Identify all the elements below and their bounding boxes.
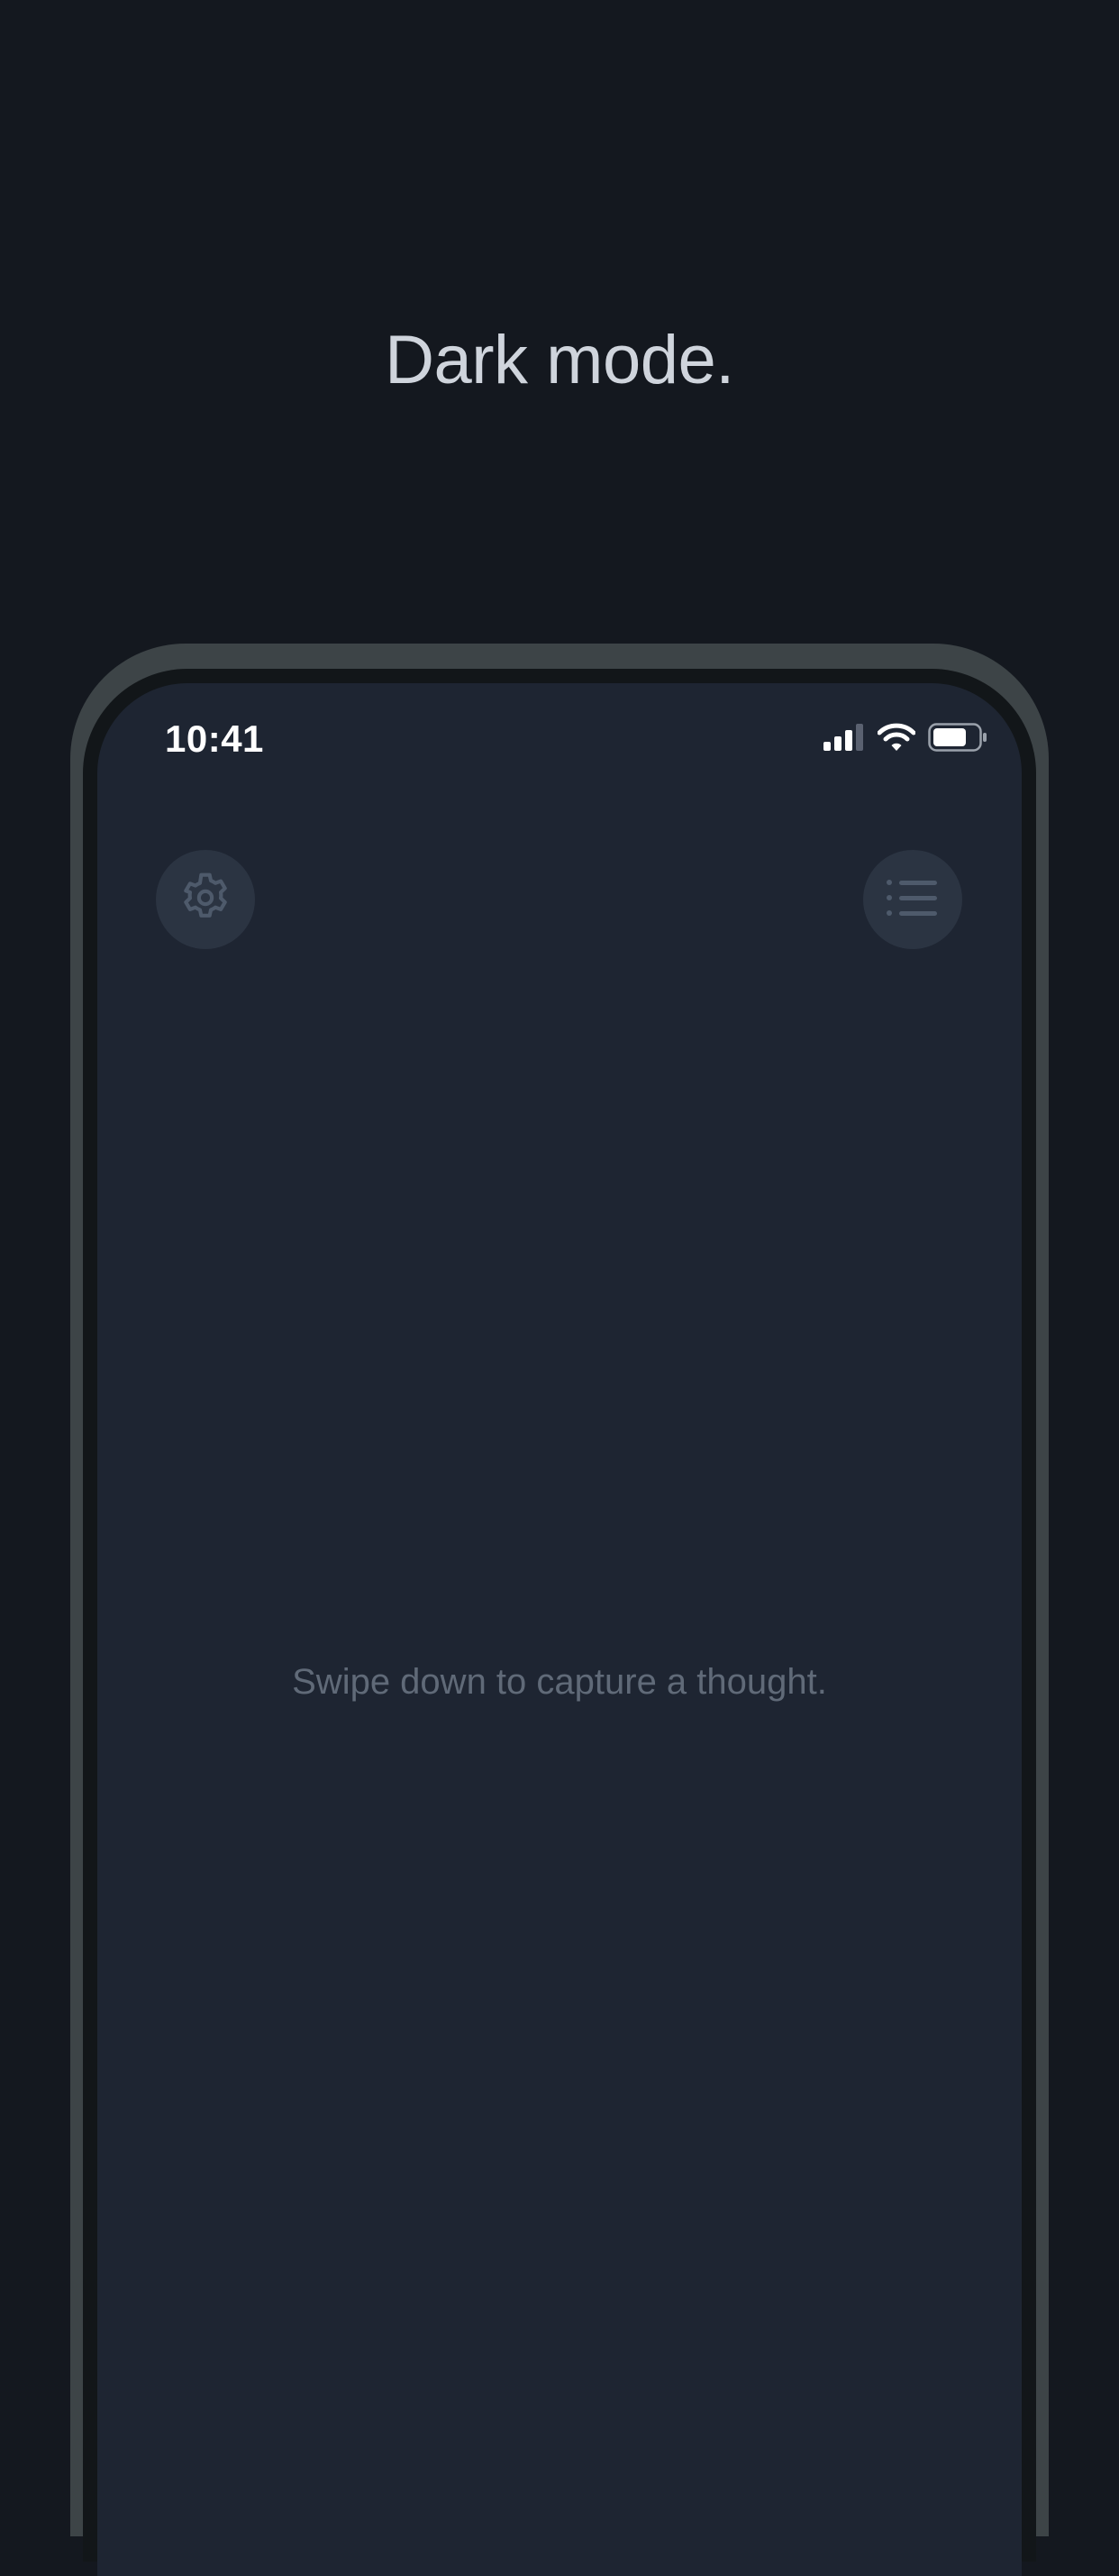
status-time: 10:41 bbox=[165, 717, 264, 760]
gear-icon bbox=[176, 868, 235, 932]
signal-icon bbox=[823, 723, 865, 755]
wifi-icon bbox=[877, 723, 916, 756]
settings-button[interactable] bbox=[156, 850, 255, 949]
phone-screen: 10:41 Swipe down to capture a thought. bbox=[97, 683, 1022, 2576]
status-icons bbox=[823, 721, 987, 757]
battery-icon bbox=[928, 722, 987, 756]
list-icon bbox=[886, 877, 940, 923]
marketing-headline: Dark mode. bbox=[385, 322, 734, 398]
empty-state-hint: Swipe down to capture a thought. bbox=[292, 1662, 827, 1702]
list-button[interactable] bbox=[863, 850, 962, 949]
